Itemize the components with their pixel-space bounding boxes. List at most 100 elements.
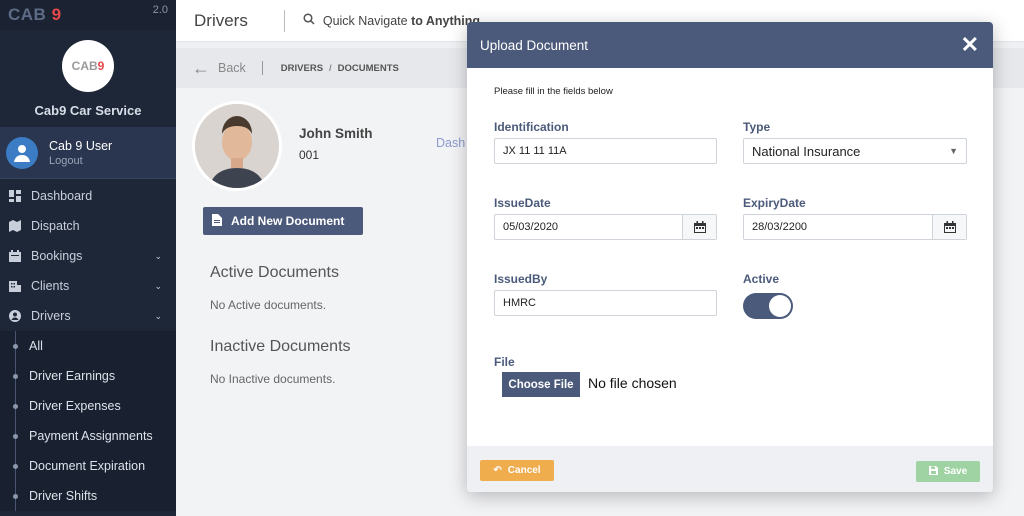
expiry-date-label: ExpiryDate: [743, 196, 806, 210]
user-name: Cab 9 User: [49, 138, 113, 153]
user-circle-icon: [8, 309, 22, 323]
org-logo-prefix: CAB: [71, 59, 98, 73]
brand-number: 9: [51, 5, 62, 24]
modal-body: Please fill in the fields below Identifi…: [467, 68, 993, 446]
inactive-documents-empty: No Inactive documents.: [210, 372, 336, 386]
driver-name: John Smith: [299, 126, 373, 141]
subnav-item-payment-assignments[interactable]: Payment Assignments: [0, 421, 176, 451]
issued-by-value: HMRC: [503, 297, 536, 309]
page-title: Drivers: [194, 10, 248, 30]
divider: [283, 9, 285, 32]
caret-down-icon: ▼: [949, 146, 958, 156]
sidebar-item-clients[interactable]: Clients ⌄: [0, 271, 176, 301]
add-new-document-label: Add New Document: [231, 214, 345, 228]
org-name: Cab9 Car Service: [34, 103, 142, 118]
org-logo: CAB 9: [62, 40, 114, 92]
type-label: Type: [743, 120, 771, 134]
save-label: Save: [943, 466, 968, 477]
sidebar: CAB 9 2.0 CAB 9 Cab9 Car Service Cab 9 Us…: [0, 0, 176, 516]
sidebar-item-label: Dashboard: [31, 189, 93, 203]
quick-navigate-input[interactable]: Quick Navigate to Anything: [323, 14, 480, 28]
building-icon: [8, 279, 22, 293]
file-label: File: [494, 355, 515, 369]
driver-photo-image: [195, 104, 279, 188]
calendar-icon: [8, 249, 22, 263]
issue-date-value: 05/03/2020: [503, 221, 559, 233]
user-info: Cab 9 User Logout: [49, 139, 112, 167]
expiry-date-value: 28/03/2200: [752, 221, 808, 233]
breadcrumb-documents[interactable]: DOCUMENTS: [338, 63, 399, 74]
breadcrumb-drivers[interactable]: DRIVERS: [281, 63, 323, 74]
inactive-documents-title: Inactive Documents: [210, 338, 351, 355]
active-documents-title: Active Documents: [210, 264, 339, 281]
add-new-document-button[interactable]: Add New Document: [203, 207, 363, 235]
sidebar-item-label: Dispatch: [31, 219, 80, 233]
cancel-button[interactable]: ↶ Cancel: [480, 460, 554, 481]
floppy-disk-icon: [928, 465, 938, 478]
expiry-date-calendar-button[interactable]: [932, 215, 966, 239]
subnav-item-driver-expenses[interactable]: Driver Expenses: [0, 391, 176, 421]
user-avatar[interactable]: [6, 136, 38, 169]
logout-link[interactable]: Logout: [49, 155, 112, 167]
back-button[interactable]: ← Back: [192, 58, 246, 79]
issue-date-label: IssueDate: [494, 196, 551, 210]
driver-photo: [192, 101, 282, 191]
toggle-knob: [769, 295, 791, 317]
sidebar-nav: Dashboard Dispatch Bookings ⌄ Clients ⌄ …: [0, 181, 176, 331]
driver-id: 001: [299, 148, 320, 162]
subnav-item-driver-earnings[interactable]: Driver Earnings: [0, 361, 176, 391]
breadcrumb-separator: /: [329, 62, 332, 74]
arrow-left-icon: ←: [192, 57, 210, 78]
form-instructions: Please fill in the fields below: [494, 86, 613, 97]
save-button[interactable]: Save: [916, 461, 980, 482]
org-block: CAB 9 Cab9 Car Service: [0, 30, 176, 127]
sidebar-item-bookings[interactable]: Bookings ⌄: [0, 241, 176, 271]
divider: [261, 61, 263, 75]
chevron-down-icon[interactable]: ⌄: [154, 281, 162, 292]
identification-field[interactable]: JX 11 11 11A: [494, 138, 717, 164]
subnav-item-all[interactable]: All: [0, 331, 176, 361]
chevron-down-icon[interactable]: ⌄: [154, 251, 162, 262]
issued-by-field[interactable]: HMRC: [494, 290, 717, 316]
user-avatar-icon: [14, 144, 30, 162]
sidebar-item-label: Drivers: [31, 309, 71, 323]
sidebar-item-drivers[interactable]: Drivers ⌄: [0, 301, 176, 331]
brand-bar: CAB 9 2.0: [0, 0, 176, 30]
tab-dashboard[interactable]: Dash: [436, 136, 465, 150]
identification-label: Identification: [494, 120, 569, 134]
drivers-subnav: All Driver Earnings Driver Expenses Paym…: [0, 331, 176, 511]
type-value: National Insurance: [752, 143, 861, 159]
close-icon[interactable]: ✕: [961, 34, 979, 56]
issue-date-field[interactable]: 05/03/2020: [494, 214, 717, 240]
subnav-item-document-expiration[interactable]: Document Expiration: [0, 451, 176, 481]
expiry-date-field[interactable]: 28/03/2200: [743, 214, 967, 240]
sidebar-item-label: Clients: [31, 279, 70, 293]
sidebar-item-dispatch[interactable]: Dispatch: [0, 211, 176, 241]
file-status: No file chosen: [588, 375, 677, 391]
issue-date-calendar-button[interactable]: [682, 215, 716, 239]
upload-document-modal: Upload Document ✕ Please fill in the fie…: [467, 22, 993, 492]
modal-footer: ↶ Cancel Save: [467, 446, 993, 492]
chevron-down-icon[interactable]: ⌄: [154, 311, 162, 322]
cancel-label: Cancel: [507, 465, 541, 476]
user-block: Cab 9 User Logout: [0, 127, 176, 179]
quick-navigate-prefix: Quick Navigate: [322, 13, 412, 28]
type-select[interactable]: National Insurance ▼: [743, 138, 967, 164]
undo-icon: ↶: [493, 465, 502, 476]
subnav-item-driver-shifts[interactable]: Driver Shifts: [0, 481, 176, 511]
identification-value: JX 11 11 11A: [503, 145, 567, 157]
brand-logo[interactable]: CAB 9: [8, 5, 62, 25]
calendar-icon: [943, 221, 956, 233]
org-logo-number: 9: [97, 59, 105, 73]
calendar-icon: [693, 221, 706, 233]
choose-file-button[interactable]: Choose File: [502, 372, 580, 397]
sidebar-item-dashboard[interactable]: Dashboard: [0, 181, 176, 211]
active-label: Active: [743, 272, 780, 286]
file-icon: [212, 213, 222, 229]
active-toggle[interactable]: [743, 293, 793, 319]
dashboard-icon: [8, 189, 22, 203]
modal-header: Upload Document ✕: [467, 22, 993, 68]
back-label: Back: [218, 61, 246, 75]
search-icon[interactable]: [303, 13, 315, 28]
active-documents-empty: No Active documents.: [210, 298, 327, 312]
